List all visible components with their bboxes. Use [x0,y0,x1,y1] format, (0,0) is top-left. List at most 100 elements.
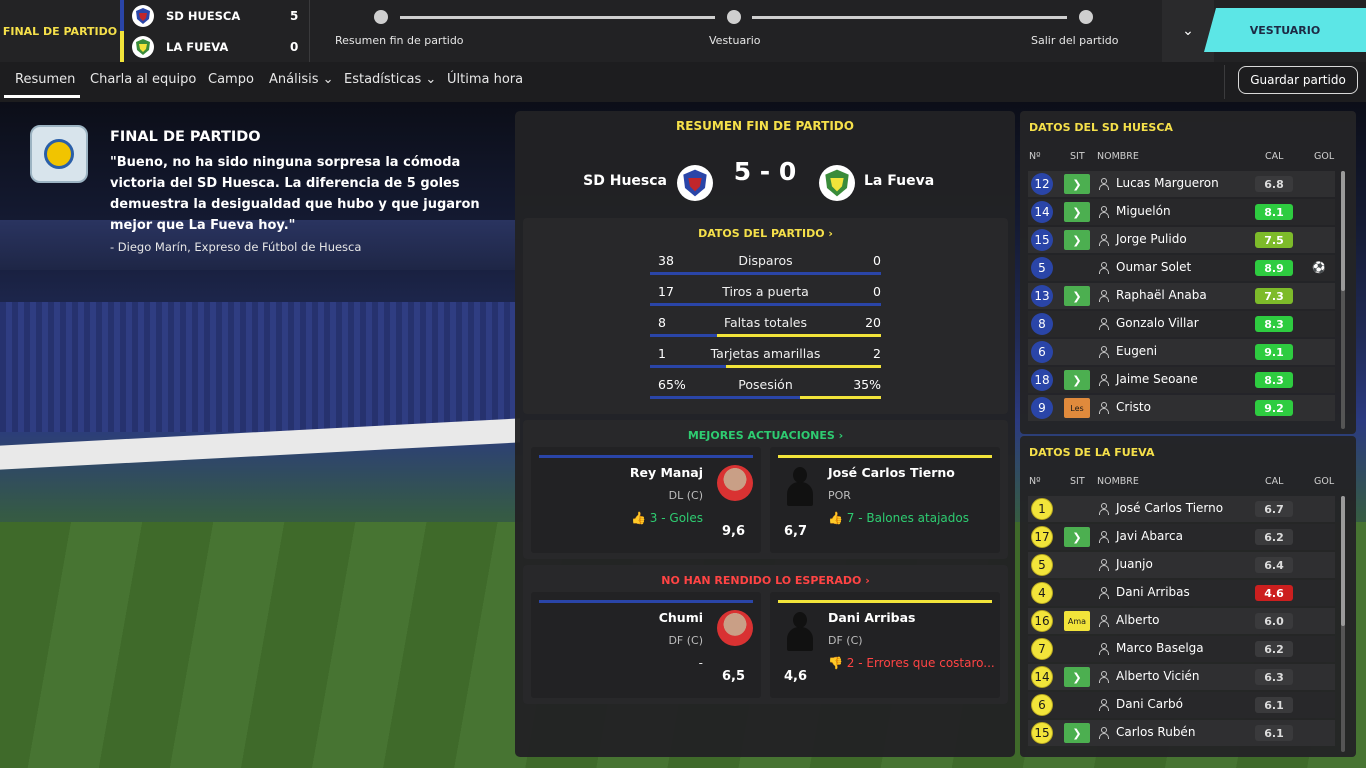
player-row[interactable]: 12 ❯ Lucas Margueron 6.8 [1028,171,1335,197]
tab-statistics[interactable]: Estadísticas ⌄ [344,72,436,87]
summary-home-team[interactable]: SD Huesca [515,173,667,189]
step-label-summary[interactable]: Resumen fin de partido [335,34,464,47]
player-row[interactable]: 8 Gonzalo Villar 8.3 [1028,311,1335,337]
player-row[interactable]: 7 Marco Baselga 6.2 [1028,636,1335,662]
player-rating: 7.5 [1255,232,1293,248]
player-rating: 6.1 [1255,725,1293,741]
player-row[interactable]: 5 Juanjo 6.4 [1028,552,1335,578]
scrollbar-thumb[interactable] [1341,496,1345,626]
person-icon [1099,531,1109,543]
player-rating: 6.0 [1255,613,1293,629]
player-name[interactable]: Lucas Margueron [1116,176,1219,190]
player-name: José Carlos Tierno [828,465,955,480]
player-row[interactable]: 15 ❯ Carlos Rubén 6.1 [1028,720,1335,746]
player-name[interactable]: Marco Baselga [1116,641,1204,655]
scrollbar[interactable] [1341,496,1345,752]
player-stat-text: 3 - Goles [649,511,703,525]
shirt-number: 9 [1031,397,1053,419]
player-name[interactable]: Dani Carbó [1116,697,1183,711]
step-label-dressing-room[interactable]: Vestuario [709,34,761,47]
nav-divider [1224,65,1225,99]
stat-home-bar [650,303,881,306]
player-row[interactable]: 13 ❯ Raphaël Anaba 7.3 [1028,283,1335,309]
best-away-player-card[interactable]: José Carlos Tierno POR 👍 7 - Balones ata… [770,447,1000,553]
away-team-panel: DATOS DE LA FUEVA Nº SIT NOMBRE CAL GOL … [1020,436,1356,757]
worst-home-player-card[interactable]: Chumi DF (C) - 6,5 [531,592,761,698]
tab-summary[interactable]: Resumen [15,72,75,87]
player-name[interactable]: Alberto [1116,613,1160,627]
scrollbar[interactable] [1341,171,1345,429]
col-name[interactable]: NOMBRE [1097,151,1139,162]
underperformers-title[interactable]: NO HAN RENDIDO LO ESPERADO › [523,574,1008,587]
col-sit[interactable]: SIT [1070,151,1085,162]
tab-statistics-label: Estadísticas [344,72,422,87]
player-row[interactable]: 15 ❯ Jorge Pulido 7.5 [1028,227,1335,253]
player-row[interactable]: 6 Dani Carbó 6.1 [1028,692,1335,718]
tab-pitch[interactable]: Campo [208,72,254,87]
substitution-icon: ❯ [1064,230,1090,250]
player-name[interactable]: Raphaël Anaba [1116,288,1207,302]
player-name[interactable]: Miguelón [1116,204,1171,218]
stat-home-bar [650,272,881,275]
player-name[interactable]: Cristo [1116,400,1151,414]
best-home-player-card[interactable]: Rey Manaj DL (C) 👍 3 - Goles 9,6 [531,447,761,553]
player-row[interactable]: 1 José Carlos Tierno 6.7 [1028,496,1335,522]
tab-analysis[interactable]: Análisis ⌄ [269,72,334,87]
player-rating: 6.4 [1255,557,1293,573]
away-crest-icon [819,165,855,201]
tab-team-talk[interactable]: Charla al equipo [90,72,196,87]
save-match-button[interactable]: Guardar partido [1238,66,1358,94]
player-name[interactable]: Jaime Seoane [1116,372,1198,386]
col-rating[interactable]: CAL [1265,151,1283,162]
step-label-exit[interactable]: Salir del partido [1031,34,1118,47]
best-performers-title[interactable]: MEJORES ACTUACIONES › [523,429,1008,442]
stat-row: 65% Posesión 35% [650,374,881,402]
col-goals[interactable]: GOL [1314,151,1334,162]
player-name[interactable]: Dani Arribas [1116,585,1190,599]
player-rating: 6.8 [1255,176,1293,192]
step-dot-2[interactable] [727,10,741,24]
col-goals[interactable]: GOL [1314,476,1334,487]
player-name[interactable]: Jorge Pulido [1116,232,1187,246]
scrollbar-thumb[interactable] [1341,171,1345,291]
substitution-icon: ❯ [1064,667,1090,687]
col-sit[interactable]: SIT [1070,476,1085,487]
player-row[interactable]: 14 ❯ Miguelón 8.1 [1028,199,1335,225]
step-dot-3[interactable] [1079,10,1093,24]
stat-home-bar [650,365,726,368]
player-name[interactable]: Alberto Vicién [1116,669,1200,683]
player-name[interactable]: Javi Abarca [1116,529,1183,543]
player-name[interactable]: Juanjo [1116,557,1153,571]
col-name[interactable]: NOMBRE [1097,476,1139,487]
player-row[interactable]: 5 Oumar Solet 8.9 ⚽ [1028,255,1335,281]
player-row[interactable]: 4 Dani Arribas 4.6 [1028,580,1335,606]
shirt-number: 5 [1031,257,1053,279]
tab-latest-news[interactable]: Última hora [447,72,523,87]
player-row[interactable]: 14 ❯ Alberto Vicién 6.3 [1028,664,1335,690]
player-row[interactable]: 16 Ama Alberto 6.0 [1028,608,1335,634]
stat-home-bar [650,396,800,399]
player-name[interactable]: Gonzalo Villar [1116,316,1199,330]
chevron-down-icon: ⌄ [318,72,334,87]
player-name[interactable]: José Carlos Tierno [1116,501,1223,515]
step-dot-1[interactable] [374,10,388,24]
worst-away-player-card[interactable]: Dani Arribas DF (C) 👎 2 - Errores que co… [770,592,1000,698]
match-data-title[interactable]: DATOS DEL PARTIDO › [523,227,1008,240]
summary-away-team[interactable]: La Fueva [864,173,1004,189]
col-rating[interactable]: CAL [1265,476,1283,487]
col-num[interactable]: Nº [1029,476,1041,487]
player-row[interactable]: 18 ❯ Jaime Seoane 8.3 [1028,367,1335,393]
player-name[interactable]: Eugeni [1116,344,1157,358]
person-icon [1099,587,1109,599]
player-row[interactable]: 17 ❯ Javi Abarca 6.2 [1028,524,1335,550]
player-name[interactable]: Oumar Solet [1116,260,1191,274]
chevron-down-icon[interactable]: ⌄ [1162,0,1214,62]
col-num[interactable]: Nº [1029,151,1041,162]
dressing-room-button[interactable]: VESTUARIO [1204,8,1366,52]
person-icon [1099,615,1109,627]
player-row[interactable]: 6 Eugeni 9.1 [1028,339,1335,365]
player-row[interactable]: 9 Les Cristo 9.2 [1028,395,1335,421]
player-name[interactable]: Carlos Rubén [1116,725,1195,739]
player-rating: 4.6 [1255,585,1293,601]
player-position: DL (C) [668,489,703,502]
